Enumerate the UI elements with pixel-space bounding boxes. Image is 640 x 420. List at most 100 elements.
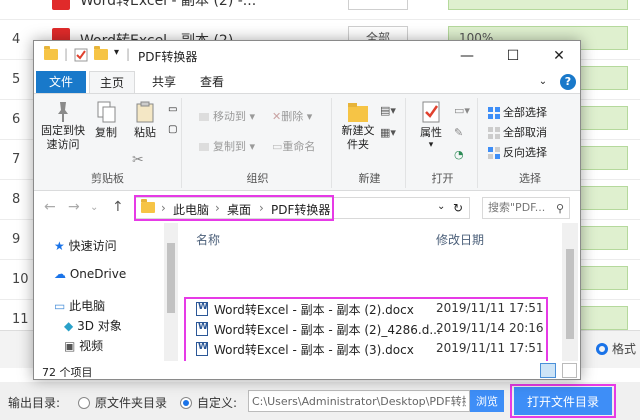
ribbon-tabs: 文件 主页 共享 查看 ⌄ ? [34,71,580,93]
refresh-icon[interactable]: ↻ [453,201,463,215]
output-dir-label: 输出目录: [8,396,61,410]
properties-button[interactable]: 属性 ▾ [414,100,448,150]
row-number: 10 [12,272,29,287]
rename-button[interactable]: ▭重命名 [272,138,315,154]
source-folder-option[interactable]: 原文件夹目录 [78,394,167,411]
cut-icon[interactable]: ▭ [168,104,177,115]
folder-icon [44,46,58,63]
file-row[interactable]: Word转Excel - 副本 - 副本 (2).docx 2019/11/11 … [188,299,564,319]
nav-3d-objects[interactable]: ◆ 3D 对象 [64,317,122,334]
close-icon[interactable]: ✕ [536,41,580,71]
word-doc-icon [196,302,208,316]
open-icon[interactable]: ▭▾ [454,104,470,117]
nav-scrollbar[interactable] [164,223,178,361]
column-date[interactable]: 修改日期 [436,231,484,248]
new-folder-button[interactable]: 新建文件夹 [338,100,378,152]
breadcrumb-pdf-converter[interactable]: PDF转换器 [271,201,330,218]
easy-access-icon[interactable]: ▦▾ [380,126,396,139]
open-group-label: 打开 [431,172,454,185]
format-radio[interactable] [596,343,608,355]
properties-quick-icon[interactable] [74,48,88,65]
nav-this-pc[interactable]: ▭ 此电脑 [54,297,105,314]
forward-arrow-icon[interactable]: → [68,199,80,215]
chevron-right-icon: › [215,201,220,215]
select-all-button[interactable]: 全部选择 [488,104,547,120]
pin-quick-access-button[interactable]: 固定到快速访问 [40,100,86,152]
chevron-down-icon[interactable]: ⌄ [534,71,552,93]
copy-path-icon[interactable]: ▢ [168,124,177,135]
file-row[interactable]: Word转Excel - 副本 - 副本 (3).docx 2019/11/11 … [188,339,564,359]
large-icons-view-icon[interactable] [562,363,577,378]
nav-scroll-thumb[interactable] [167,243,175,313]
chevron-down-icon[interactable]: ⌄ [437,201,445,212]
breadcrumb-this-pc[interactable]: 此电脑 [173,201,209,218]
output-path-input[interactable] [248,390,470,412]
address-row: ← → ⌄ ↑ › 此电脑 › 桌面 › PDF转换器 ⌄ ↻ 搜索"PDF..… [34,193,580,223]
new-folder-quick-icon[interactable] [94,46,108,63]
file-row[interactable]: Word转Excel - 副本 - 副本 (2)_4286.d...2019/1… [188,319,564,339]
open-directory-button[interactable]: 打开文件目录 [514,387,612,415]
tab-home[interactable]: 主页 [89,71,135,93]
move-to-button[interactable]: 移动到 ▾ [198,108,255,124]
back-arrow-icon[interactable]: ← [44,199,56,215]
file-scroll-thumb[interactable] [566,249,574,339]
tab-view[interactable]: 查看 [190,71,234,93]
progress-bar [448,0,628,10]
file-name: Word转Excel - 副本 - 副本 (3).docx [214,343,414,357]
edit-icon[interactable]: ✎ [454,126,463,139]
row-number: 5 [12,72,21,87]
copy-to-icon [199,143,209,151]
page-range-button[interactable] [348,0,408,10]
column-name[interactable]: 名称 [196,231,220,248]
copy-button[interactable]: 复制 [90,100,122,140]
navigation-pane: ★ 快速访问 ☁ OneDrive ▭ 此电脑 ◆ 3D 对象 ▣ 视频 [34,223,174,361]
nav-onedrive[interactable]: ☁ OneDrive [54,267,126,281]
chevron-down-icon[interactable]: ⌄ [90,202,98,213]
select-all-label: 全部选择 [503,106,547,119]
file-scrollbar[interactable] [562,223,578,361]
custom-folder-radio[interactable] [180,397,192,409]
file-explorer-window: | ▾ | PDF转换器 — ☐ ✕ 文件 主页 共享 查看 ⌄ ? 固定到快速… [33,40,581,380]
invert-selection-button[interactable]: 反向选择 [488,144,547,160]
paste-label: 粘贴 [134,126,156,139]
chevron-down-icon[interactable]: ▾ [114,47,119,58]
status-bar: 72 个项目 [34,361,580,379]
new-item-icon[interactable]: ▤▾ [380,104,396,117]
format-option[interactable]: 格式 [596,340,636,357]
source-folder-radio[interactable] [78,397,90,409]
converter-row[interactable]: Word转Excel - 副本 (2) -... [0,0,640,20]
copy-to-button[interactable]: 复制到 ▾ [198,138,255,154]
organize-group-label: 组织 [246,172,269,185]
search-icon[interactable]: ⚲ [556,202,564,215]
word-doc-icon [196,322,208,336]
history-icon[interactable]: ◔ [454,148,464,161]
copy-icon [97,101,116,123]
tab-share[interactable]: 共享 [142,71,186,93]
progress-text [449,0,459,5]
new-folder-label: 新建文件夹 [341,124,375,151]
title-bar[interactable]: | ▾ | PDF转换器 — ☐ ✕ [34,41,580,71]
nav-quick-access[interactable]: ★ 快速访问 [54,237,117,254]
paste-button[interactable]: 粘贴 [128,100,162,140]
tab-file[interactable]: 文件 [36,71,86,93]
cloud-icon: ☁ [54,267,66,281]
nav-videos[interactable]: ▣ 视频 [64,337,103,354]
minimize-icon[interactable]: — [444,41,490,71]
browse-button[interactable]: 浏览 [470,390,504,412]
delete-label: 删除 [281,110,304,123]
delete-button[interactable]: ✕删除 ▾ [272,108,312,124]
search-placeholder: 搜索"PDF... [488,201,546,214]
file-date: 2019/11/11 17:51 [436,341,544,355]
custom-folder-label: 自定义: [197,396,238,410]
maximize-icon[interactable]: ☐ [490,41,536,71]
nav-this-pc-label: 此电脑 [69,299,106,313]
scissors-icon[interactable]: ✂ [132,152,144,168]
help-icon[interactable]: ? [560,74,576,90]
film-icon: ▣ [64,339,76,353]
up-arrow-icon[interactable]: ↑ [112,199,124,215]
breadcrumb-desktop[interactable]: 桌面 [227,201,251,218]
custom-folder-option[interactable]: 自定义: [180,394,237,411]
address-bar[interactable]: › 此电脑 › 桌面 › PDF转换器 ⌄ ↻ [134,197,470,219]
select-none-button[interactable]: 全部取消 [488,124,547,140]
details-view-icon[interactable] [540,363,556,378]
